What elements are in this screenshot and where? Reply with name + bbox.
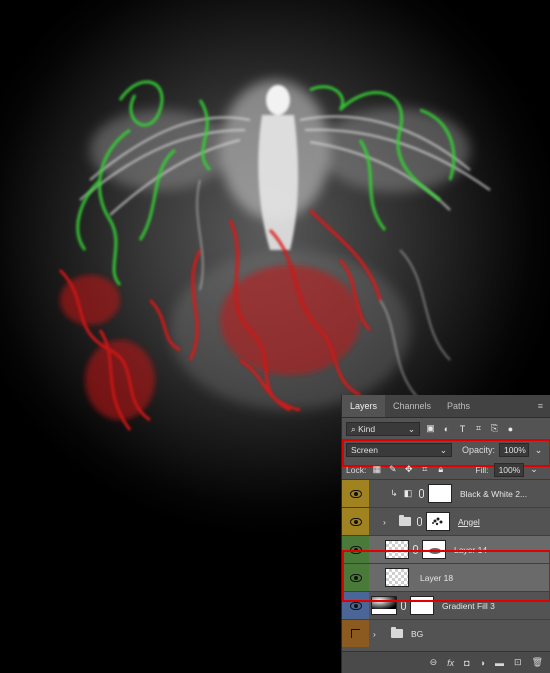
link-icon[interactable]	[417, 517, 422, 526]
adjustment-filter-icon[interactable]: ◐	[441, 423, 452, 434]
eye-icon	[349, 601, 362, 610]
highlight-layer-14-18	[342, 550, 550, 602]
type-filter-icon[interactable]: T	[457, 423, 468, 434]
link-icon[interactable]	[419, 489, 424, 498]
folder-icon	[399, 515, 411, 526]
visibility-toggle[interactable]	[342, 508, 369, 535]
layer-filter-row: ⌕ Kind ⌄ ▣ ◐ T ⌗ ⎘ ●	[342, 418, 550, 440]
panel-menu-icon[interactable]: ≡	[530, 395, 550, 417]
shape-filter-icon[interactable]: ⌗	[473, 423, 484, 434]
group-mask-thumbnail[interactable]	[426, 512, 450, 531]
link-icon[interactable]: ⊖	[430, 657, 438, 668]
fill-value: 100%	[498, 464, 521, 475]
hidden-visibility-icon	[351, 629, 360, 638]
chevron-right-icon[interactable]: ›	[383, 517, 393, 527]
lock-all-icon[interactable]: 🔒︎	[435, 464, 446, 475]
lock-position-icon[interactable]: ✥	[403, 464, 414, 475]
smart-object-filter-icon[interactable]: ⎘	[489, 423, 500, 434]
visibility-toggle[interactable]	[342, 620, 369, 647]
tab-channels[interactable]: Channels	[385, 395, 439, 417]
new-layer-icon[interactable]: ⊡	[514, 657, 522, 668]
image-filter-icon[interactable]: ▣	[425, 423, 436, 434]
panel-tabs: Layers Channels Paths ≡	[342, 395, 550, 418]
folder-icon[interactable]: ▬	[495, 658, 504, 668]
lock-label: Lock:	[346, 464, 367, 475]
clip-arrow-icon: ↳	[390, 488, 398, 498]
adjustment-icon[interactable]: ◑	[480, 658, 485, 668]
mask-icon[interactable]: ◘	[464, 658, 469, 668]
fx-icon[interactable]: fx	[447, 658, 454, 668]
layer-mask-thumbnail[interactable]	[428, 484, 452, 503]
lock-row: Lock: ▦ ✎ ✥ ⌗ 🔒︎ Fill: 100% ⌄	[342, 460, 550, 480]
visibility-toggle[interactable]	[342, 480, 369, 507]
adjustment-layer-icon: ◧	[403, 488, 413, 498]
chevron-right-icon[interactable]: ›	[373, 629, 383, 639]
layer-name[interactable]: BG	[411, 629, 423, 639]
lock-pixels-icon[interactable]: ✎	[387, 464, 398, 475]
layer-row-angel[interactable]: › Angel	[342, 508, 550, 536]
mask-shape	[432, 517, 443, 526]
fill-label: Fill:	[475, 464, 489, 475]
layer-name[interactable]: Gradient Fill 3	[442, 601, 495, 611]
layers-panel: Layers Channels Paths ≡ ⌕ Kind ⌄ ▣ ◐ T ⌗…	[341, 395, 550, 673]
filter-toggle-icon[interactable]: ●	[505, 423, 516, 434]
layers-bottom-toolbar: ⊖ fx ◘ ◑ ▬ ⊡ 🗑︎	[342, 651, 550, 673]
filter-kind-label: Kind	[358, 423, 376, 434]
chevron-down-icon: ⌄	[407, 423, 415, 434]
fill-field[interactable]: 100%	[493, 462, 524, 477]
filter-kind-select[interactable]: ⌕ Kind ⌄	[346, 421, 420, 436]
eye-icon	[349, 489, 362, 498]
layer-name[interactable]: Black & White 2...	[460, 489, 527, 499]
layer-name[interactable]: Angel	[458, 517, 480, 527]
chevron-down-icon[interactable]: ⌄	[529, 464, 540, 475]
link-icon[interactable]	[401, 601, 406, 610]
lock-transparent-icon[interactable]: ▦	[371, 464, 382, 475]
layer-row-black-white[interactable]: ↳ ◧ Black & White 2...	[342, 480, 550, 508]
folder-icon	[391, 627, 403, 638]
lock-artboard-icon[interactable]: ⌗	[419, 464, 430, 475]
eye-icon	[349, 517, 362, 526]
tab-paths[interactable]: Paths	[439, 395, 478, 417]
tab-layers[interactable]: Layers	[342, 395, 386, 417]
layer-row-bg[interactable]: › BG	[342, 620, 550, 647]
trash-icon[interactable]: 🗑︎	[532, 657, 543, 668]
